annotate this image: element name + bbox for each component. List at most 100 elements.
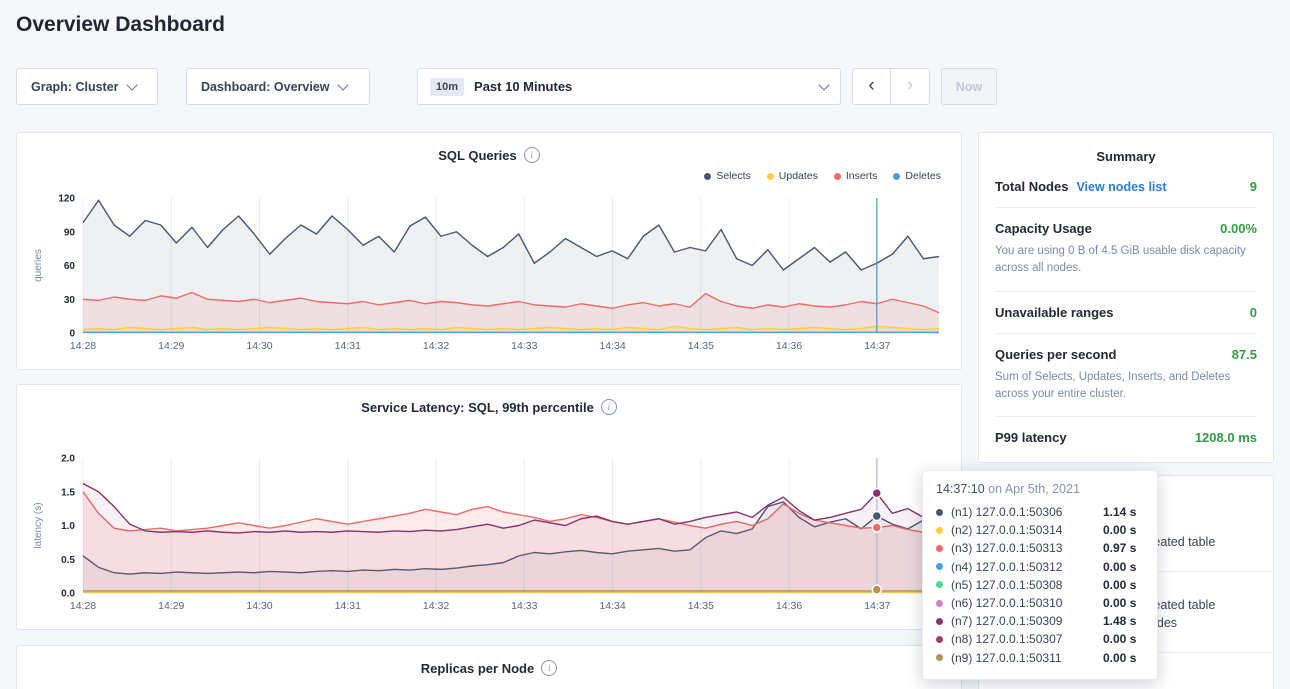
svg-text:1.5: 1.5 [61,487,75,498]
page-title: Overview Dashboard [16,13,225,37]
dashboard-dropdown[interactable]: Dashboard: Overview [186,68,370,105]
svg-text:14:34: 14:34 [599,340,625,352]
svg-text:14:37: 14:37 [864,600,890,612]
series-color-dot-icon [936,545,943,552]
dashboard-dropdown-label: Dashboard: Overview [201,80,330,94]
charts-column: SQL Queries i Selects Updates Inserts Delet… [16,132,962,689]
sql-queries-chart-title: SQL Queries [438,148,517,163]
summary-row: Queries per second87.5Sum of Selects, Up… [995,334,1257,418]
time-range-badge: 10m [430,78,464,96]
svg-text:14:34: 14:34 [599,600,625,612]
series-color-dot-icon [936,636,943,643]
legend-item[interactable]: Deletes [893,170,941,182]
sql-queries-chart[interactable]: 14:2814:2914:3014:3114:3214:3314:3414:35… [29,193,949,357]
svg-text:latency (s): latency (s) [33,502,44,548]
info-icon[interactable]: i [541,660,557,676]
svg-text:60: 60 [64,261,76,272]
series-color-dot-icon [893,173,900,180]
tooltip-timestamp: 14:37:10 on Apr 5th, 2021 [936,482,1144,496]
tooltip-node-value: 1.48 s [1103,614,1136,628]
sql-queries-chart-card: SQL Queries i Selects Updates Inserts Delet… [16,132,962,370]
tooltip-node-row: (n1) 127.0.0.1:503061.14 s [936,503,1144,521]
service-latency-chart[interactable]: 14:2814:2914:3014:3114:3214:3314:3414:35… [29,453,949,617]
tooltip-node-value: 1.14 s [1103,505,1136,519]
summary-row-label: Capacity Usage [995,221,1092,236]
tooltip-node-address: (n3) 127.0.0.1:50313 [951,541,1103,555]
info-icon[interactable]: i [524,147,540,163]
prev-time-button[interactable]: ‹ [852,68,891,105]
event-text: created table [1143,596,1263,614]
legend-item[interactable]: Inserts [834,170,878,182]
summary-row-caption: Sum of Selects, Updates, Inserts, and De… [995,369,1257,404]
event-text: created table [1143,533,1263,551]
svg-text:14:30: 14:30 [246,600,272,612]
tooltip-node-address: (n4) 127.0.0.1:50312 [951,560,1103,574]
tooltip-node-row: (n7) 127.0.0.1:503091.48 s [936,612,1144,630]
svg-text:14:28: 14:28 [70,340,96,352]
summary-row-label: Total Nodes [995,179,1068,194]
svg-text:14:36: 14:36 [776,340,802,352]
service-latency-chart-title: Service Latency: SQL, 99th percentile [361,400,594,415]
legend-label: Inserts [846,170,878,182]
summary-title: Summary [995,149,1257,164]
svg-text:14:37: 14:37 [864,340,890,352]
series-color-dot-icon [936,509,943,516]
tooltip-node-row: (n4) 127.0.0.1:503120.00 s [936,558,1144,576]
tooltip-time: 14:37:10 [936,482,985,496]
svg-text:30: 30 [64,295,76,306]
tooltip-node-address: (n5) 127.0.0.1:50308 [951,578,1103,592]
chevron-down-icon [126,79,137,90]
chevron-down-icon [818,79,829,90]
tooltip-node-value: 0.00 s [1103,596,1136,610]
summary-row-label: Unavailable ranges [995,305,1114,320]
time-range-label: Past 10 Minutes [474,79,572,94]
summary-row: Total NodesView nodes list9 [995,166,1257,208]
next-time-button[interactable]: › [891,68,930,105]
svg-text:90: 90 [64,227,76,238]
svg-text:14:33: 14:33 [511,340,537,352]
series-color-dot-icon [936,618,943,625]
svg-text:queries: queries [33,249,44,282]
svg-text:14:28: 14:28 [70,600,96,612]
now-button[interactable]: Now [941,68,997,105]
svg-text:14:33: 14:33 [511,600,537,612]
tooltip-node-row: (n3) 127.0.0.1:503130.97 s [936,539,1144,557]
svg-text:14:31: 14:31 [335,340,361,352]
sql-queries-legend: Selects Updates Inserts Deletes [29,167,949,185]
event-subtext: nodes [1143,614,1263,632]
legend-item[interactable]: Updates [767,170,818,182]
summary-row-label: Queries per second [995,347,1116,362]
summary-row-caption: You are using 0 B of 4.5 GiB usable disk… [995,243,1257,278]
info-icon[interactable]: i [601,399,617,415]
svg-text:14:29: 14:29 [158,340,184,352]
series-color-dot-icon [704,173,711,180]
tooltip-node-value: 0.00 s [1103,578,1136,592]
svg-text:0.5: 0.5 [61,555,75,566]
tooltip-node-address: (n9) 127.0.0.1:50311 [951,651,1103,665]
series-color-dot-icon [936,527,943,534]
service-latency-chart-card: Service Latency: SQL, 99th percentile i … [16,384,962,630]
view-nodes-list-link[interactable]: View nodes list [1076,180,1166,194]
overview-dashboard-page: Overview Dashboard Graph: Cluster Dashbo… [0,0,1290,689]
summary-row: Unavailable ranges0 [995,292,1257,334]
tooltip-node-address: (n2) 127.0.0.1:50314 [951,523,1103,537]
legend-label: Selects [716,170,750,182]
series-color-dot-icon [936,600,943,607]
time-range-dropdown[interactable]: 10m Past 10 Minutes [417,68,841,105]
tooltip-node-address: (n6) 127.0.0.1:50310 [951,596,1103,610]
tooltip-node-value: 0.00 s [1103,523,1136,537]
summary-row: P99 latency1208.0 ms [995,417,1257,458]
tooltip-date: on Apr 5th, 2021 [988,482,1080,496]
legend-item[interactable]: Selects [704,170,750,182]
tooltip-node-row: (n6) 127.0.0.1:503100.00 s [936,594,1144,612]
svg-text:14:32: 14:32 [423,600,449,612]
summary-row-label: P99 latency [995,430,1067,445]
svg-text:0.0: 0.0 [61,589,75,600]
svg-text:2.0: 2.0 [61,454,75,465]
tooltip-node-value: 0.00 s [1103,632,1136,646]
series-color-dot-icon [936,563,943,570]
summary-row: Capacity Usage0.00%You are using 0 B of … [995,208,1257,292]
summary-panel: Summary Total NodesView nodes list9Capac… [978,132,1274,463]
tooltip-node-row: (n8) 127.0.0.1:503070.00 s [936,630,1144,648]
graph-dropdown[interactable]: Graph: Cluster [16,68,158,105]
